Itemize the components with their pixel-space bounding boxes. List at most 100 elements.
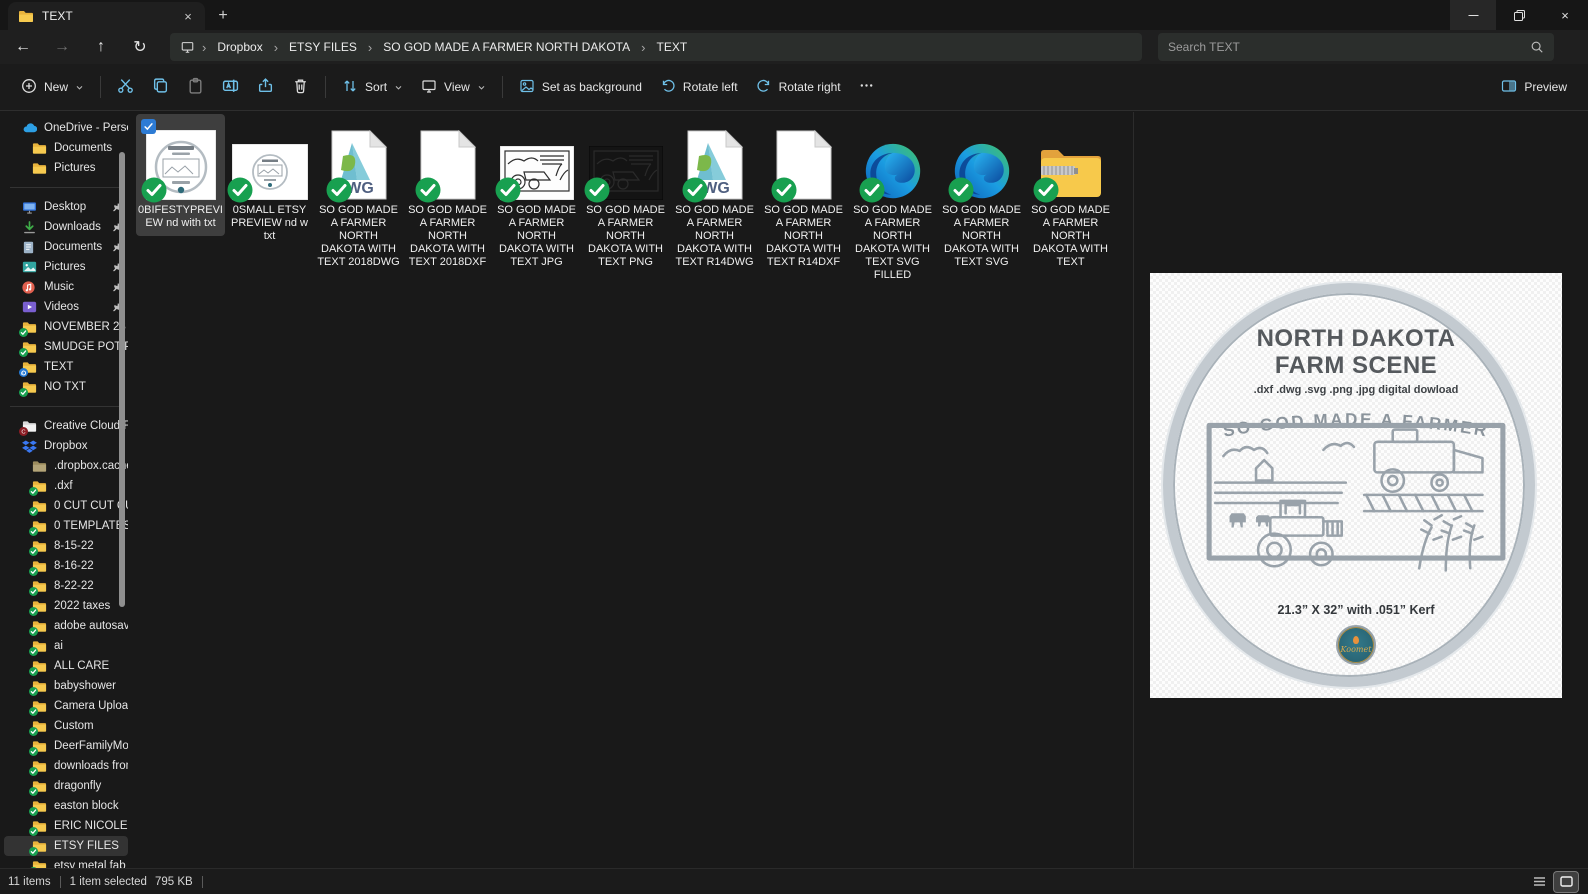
sidebar-item-all-care[interactable]: ALL CARE xyxy=(4,656,128,676)
sidebar-item-8-16-22[interactable]: 8-16-22 xyxy=(4,556,128,576)
search-box[interactable] xyxy=(1158,33,1554,61)
brand-logo-text: Koomet xyxy=(1340,645,1372,654)
sidebar-item-pictures[interactable]: Pictures xyxy=(4,158,128,178)
sidebar-item-etsy-metal-fab[interactable]: etsy metal fab xyxy=(4,856,128,868)
rotate-left-button[interactable]: Rotate left xyxy=(651,72,747,103)
sidebar-item-documents[interactable]: Documents xyxy=(4,237,128,257)
sidebar-item-custom[interactable]: Custom xyxy=(4,716,128,736)
sidebar-item-ai[interactable]: ai xyxy=(4,636,128,656)
sidebar-item-dragonfly[interactable]: dragonfly xyxy=(4,776,128,796)
sidebar-item-dxf[interactable]: .dxf xyxy=(4,476,128,496)
new-button[interactable]: New xyxy=(12,72,93,103)
item-count: 11 items xyxy=(8,875,51,888)
explorer-tab[interactable]: TEXT × xyxy=(8,2,205,30)
paste-button[interactable] xyxy=(178,71,213,103)
breadcrumb-segment[interactable]: SO GOD MADE A FARMER NORTH DAKOTA xyxy=(377,38,636,56)
sidebar-scrollbar[interactable] xyxy=(119,152,125,607)
file-thumbnail xyxy=(227,118,308,203)
new-tab-button[interactable]: + xyxy=(212,5,234,27)
file-item[interactable]: WG SO GOD MADE A FARMER NORTH DAKOTA WITH… xyxy=(670,114,759,275)
up-button[interactable]: ↑ xyxy=(85,33,117,61)
breadcrumb-bar[interactable]: › Dropbox › ETSY FILES › SO GOD MADE A FARMER… xyxy=(170,33,1142,61)
folder-check-icon xyxy=(29,800,47,816)
file-item[interactable]: SO GOD MADE A FARMER NORTH DAKOTA WITH T… xyxy=(492,114,581,275)
copy-button[interactable] xyxy=(143,71,178,103)
back-button[interactable]: ← xyxy=(7,33,39,61)
sidebar-item-dropbox-cache[interactable]: .dropbox.cache xyxy=(4,456,128,476)
sidebar-item-november-23[interactable]: NOVEMBER 23 xyxy=(4,317,128,337)
sidebar-item-label: easton block xyxy=(54,800,119,812)
share-button[interactable] xyxy=(248,71,283,103)
file-item[interactable]: SO GOD MADE A FARMER NORTH DAKOTA WITH T… xyxy=(403,114,492,275)
sidebar-item-label: ALL CARE xyxy=(54,660,110,672)
sidebar-item-no-txt[interactable]: NO TXT xyxy=(4,377,128,397)
more-options-button[interactable] xyxy=(850,72,883,102)
rename-button[interactable] xyxy=(213,71,248,103)
breadcrumb-segment[interactable]: TEXT xyxy=(650,38,693,56)
breadcrumb-segment[interactable]: Dropbox xyxy=(211,38,268,56)
refresh-button[interactable]: ↻ xyxy=(124,33,156,61)
file-item[interactable]: SO GOD MADE A FARMER NORTH DAKOTA WITH T… xyxy=(937,114,1026,275)
restore-button[interactable] xyxy=(1496,0,1542,30)
file-item[interactable]: SO GOD MADE A FARMER NORTH DAKOTA WITH T… xyxy=(848,114,937,288)
sidebar-item-creative-cloud-fi[interactable]: C Creative Cloud Fi xyxy=(4,416,128,436)
sidebar-item-adobe-autosave[interactable]: adobe autosave xyxy=(4,616,128,636)
sidebar-item-eric-nicole-ni[interactable]: ERIC NICOLE NI xyxy=(4,816,128,836)
sidebar-item-0-templates[interactable]: 0 TEMPLATES xyxy=(4,516,128,536)
file-item[interactable]: SO GOD MADE A FARMER NORTH DAKOTA WITH T… xyxy=(759,114,848,275)
rotate-right-button[interactable]: Rotate right xyxy=(747,72,850,103)
folder-plain-icon xyxy=(32,460,47,473)
details-view-button[interactable] xyxy=(1527,872,1551,892)
sidebar-divider xyxy=(10,187,122,188)
sidebar-item-8-15-22[interactable]: 8-15-22 xyxy=(4,536,128,556)
cut-button[interactable] xyxy=(108,71,143,103)
sidebar-item-etsy-files[interactable]: ETSY FILES xyxy=(4,836,128,856)
sidebar-item-desktop[interactable]: Desktop xyxy=(4,197,128,217)
close-button[interactable]: × xyxy=(1542,0,1588,30)
file-item[interactable]: WG SO GOD MADE A FARMER NORTH DAKOTA WITH… xyxy=(314,114,403,275)
forward-button[interactable]: → xyxy=(46,33,78,61)
sidebar-item-2022-taxes[interactable]: 2022 taxes xyxy=(4,596,128,616)
breadcrumb-segment[interactable]: ETSY FILES xyxy=(283,38,363,56)
sidebar-item-onedrive-perso[interactable]: OneDrive - Perso xyxy=(4,118,128,138)
sidebar-item-pictures[interactable]: Pictures xyxy=(4,257,128,277)
sidebar-item-documents[interactable]: Documents xyxy=(4,138,128,158)
sidebar-item-dropbox[interactable]: Dropbox xyxy=(4,436,128,456)
set-as-background-button[interactable]: Set as background xyxy=(510,72,651,103)
sidebar-item-0-cut-cut-cut[interactable]: 0 CUT CUT CUT xyxy=(4,496,128,516)
sidebar-item-music[interactable]: Music xyxy=(4,277,128,297)
preview-toggle-button[interactable]: Preview xyxy=(1492,72,1576,103)
sidebar-item-videos[interactable]: Videos xyxy=(4,297,128,317)
search-input[interactable] xyxy=(1168,40,1530,54)
sidebar-item-label: OneDrive - Perso xyxy=(44,122,128,134)
sidebar-item-deerfamilymou[interactable]: DeerFamilyMou xyxy=(4,736,128,756)
sidebar-item-label: 8-16-22 xyxy=(54,560,94,572)
sidebar-item-smudge-pot-pai[interactable]: SMUDGE POT PAI xyxy=(4,337,128,357)
file-name: SO GOD MADE A FARMER NORTH DAKOTA WITH T… xyxy=(942,204,1021,268)
sort-button[interactable]: Sort xyxy=(333,72,412,103)
sidebar-item-babyshower[interactable]: babyshower xyxy=(4,676,128,696)
file-item[interactable]: 0BIFESTYPREVIEW nd with txt xyxy=(136,114,225,236)
sidebar-item-easton-block[interactable]: easton block xyxy=(4,796,128,816)
sidebar-item-camera-upload[interactable]: Camera Upload xyxy=(4,696,128,716)
sidebar-item-downloads[interactable]: Downloads xyxy=(4,217,128,237)
thumbnail-view-button[interactable] xyxy=(1554,871,1578,892)
folder-icon xyxy=(32,142,47,155)
selection-size: 795 KB xyxy=(154,875,193,888)
sidebar-item-8-22-22[interactable]: 8-22-22 xyxy=(4,576,128,596)
file-item[interactable]: SO GOD MADE A FARMER NORTH DAKOTA WITH T… xyxy=(1026,114,1115,275)
view-toggles xyxy=(1527,871,1578,892)
view-button[interactable]: View xyxy=(412,72,495,103)
file-item[interactable]: SO GOD MADE A FARMER NORTH DAKOTA WITH T… xyxy=(581,114,670,275)
sidebar-item-text[interactable]: TEXT xyxy=(4,357,128,377)
downloads-icon xyxy=(22,220,37,234)
tab-close-icon[interactable]: × xyxy=(179,7,197,25)
plus-circle-icon xyxy=(21,78,37,97)
sidebar-item-downloads-from[interactable]: downloads from xyxy=(4,756,128,776)
minimize-button[interactable] xyxy=(1450,0,1496,30)
file-item[interactable]: 0SMALL ETSY PREVIEW nd w txt xyxy=(225,114,314,249)
delete-button[interactable] xyxy=(283,71,318,103)
status-divider xyxy=(201,875,203,888)
file-thumbnail: WG xyxy=(682,118,743,203)
selected-checkbox[interactable] xyxy=(141,119,156,134)
